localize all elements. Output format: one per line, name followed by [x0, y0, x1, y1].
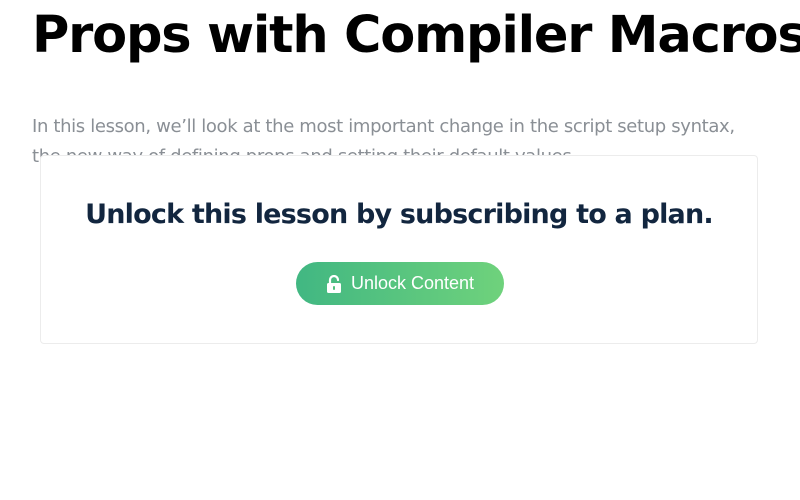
unlock-icon — [326, 274, 342, 293]
paywall-heading: Unlock this lesson by subscribing to a p… — [85, 199, 714, 230]
unlock-content-button[interactable]: Unlock Content — [296, 262, 504, 305]
lesson-intro-line-1: In this lesson, we’ll look at the most i… — [32, 116, 735, 137]
paywall-card: Unlock this lesson by subscribing to a p… — [40, 155, 758, 344]
unlock-content-label: Unlock Content — [350, 273, 475, 293]
page-title: Props with Compiler Macros — [32, 6, 800, 65]
